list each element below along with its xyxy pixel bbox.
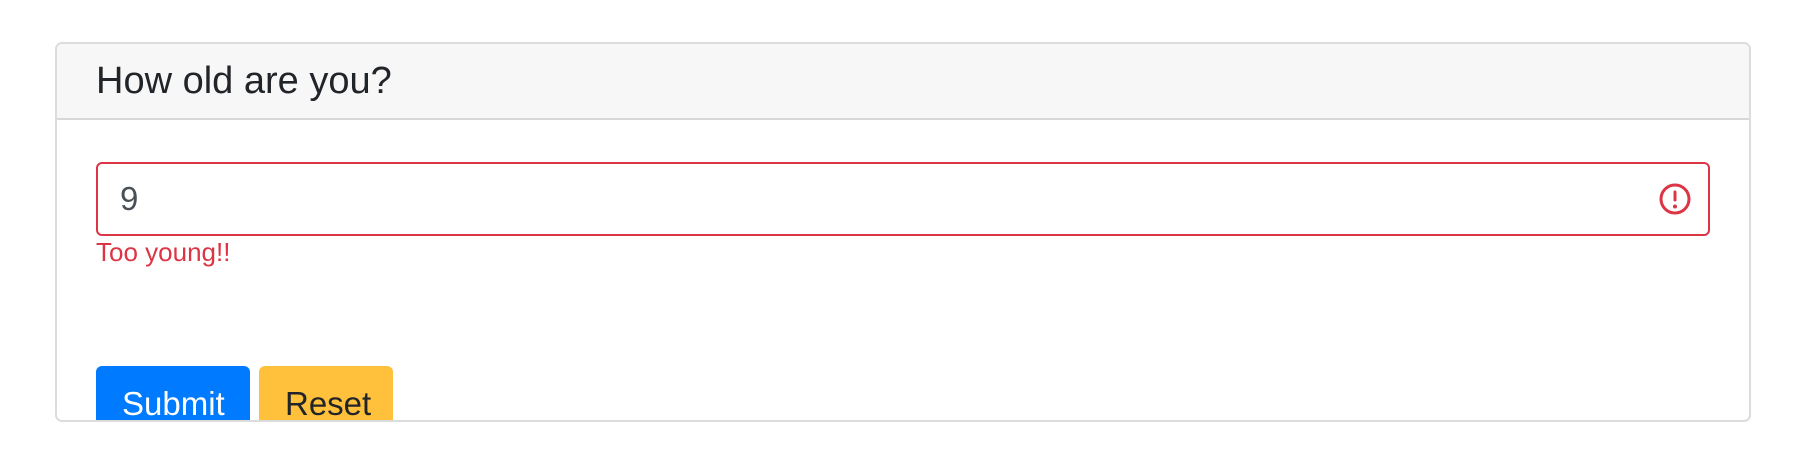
invalid-feedback: Too young!! — [96, 237, 231, 267]
age-input[interactable] — [96, 162, 1710, 236]
submit-button[interactable]: Submit — [96, 366, 250, 420]
age-input-wrapper — [96, 162, 1710, 236]
exclamation-circle-icon — [1659, 183, 1691, 215]
card-title: How old are you? — [96, 59, 392, 102]
reset-button[interactable]: Reset — [259, 366, 393, 420]
card-header: How old are you? — [57, 44, 1749, 120]
age-form-card: How old are you? Too young!! Submit Rese… — [55, 42, 1751, 422]
button-row: Submit Reset — [96, 366, 393, 420]
